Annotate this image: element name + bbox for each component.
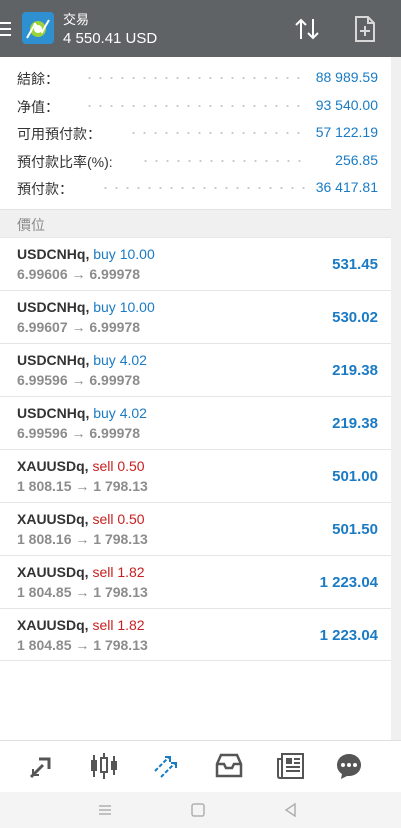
dotted-leader bbox=[140, 159, 305, 162]
quotes-icon[interactable] bbox=[27, 751, 57, 781]
messages-icon[interactable] bbox=[334, 751, 364, 781]
position-prices: 1 808.16 → 1 798.13 bbox=[17, 531, 148, 547]
bottom-navigation bbox=[0, 740, 401, 792]
position-prices: 6.99596 → 6.99978 bbox=[17, 372, 140, 388]
position-volume: buy 10.00 bbox=[93, 246, 155, 262]
scroll-edge bbox=[391, 57, 401, 792]
position-symbol: USDCNHq, bbox=[17, 299, 90, 315]
section-title: 價位 bbox=[17, 217, 45, 233]
news-icon[interactable] bbox=[276, 751, 306, 781]
summary-label: 預付款比率(%): bbox=[17, 153, 113, 170]
position-header: XAUUSDq, sell 1.82 bbox=[17, 564, 145, 580]
summary-label: 净值： bbox=[17, 98, 59, 115]
position-symbol: XAUUSDq, bbox=[17, 458, 89, 474]
position-profit: 501.50 bbox=[332, 521, 378, 538]
position-row[interactable]: USDCNHq, buy 4.02 6.99596 → 6.99978 219.… bbox=[0, 396, 401, 449]
position-symbol: USDCNHq, bbox=[17, 352, 90, 368]
positions-list: USDCNHq, buy 10.00 6.99606 → 6.99978 531… bbox=[0, 237, 401, 661]
position-header: XAUUSDq, sell 0.50 bbox=[17, 511, 145, 527]
app-logo bbox=[22, 12, 54, 44]
position-row[interactable]: XAUUSDq, sell 1.82 1 804.85 → 1 798.13 1… bbox=[0, 555, 401, 608]
summary-row-margin-level: 預付款比率(%): 256.85 bbox=[0, 148, 401, 176]
recent-apps-icon[interactable] bbox=[97, 802, 113, 818]
position-profit: 530.02 bbox=[332, 309, 378, 326]
position-header: USDCNHq, buy 4.02 bbox=[17, 352, 147, 368]
position-header: XAUUSDq, sell 0.50 bbox=[17, 458, 145, 474]
account-summary: 結餘： 88 989.59 净值： 93 540.00 可用預付款： 57 12… bbox=[0, 57, 401, 209]
position-header: USDCNHq, buy 10.00 bbox=[17, 299, 155, 315]
position-volume: sell 0.50 bbox=[92, 511, 145, 527]
position-header: USDCNHq, buy 4.02 bbox=[17, 405, 147, 421]
position-symbol: USDCNHq, bbox=[17, 246, 90, 262]
position-row[interactable]: USDCNHq, buy 4.02 6.99596 → 6.99978 219.… bbox=[0, 343, 401, 396]
summary-value: 57 122.19 bbox=[315, 124, 378, 140]
summary-row-balance: 結餘： 88 989.59 bbox=[0, 65, 401, 93]
summary-value: 36 417.81 bbox=[315, 179, 378, 195]
page-title: 交易 bbox=[63, 12, 90, 27]
back-icon[interactable] bbox=[283, 802, 299, 818]
summary-row-margin: 預付款： 36 417.81 bbox=[0, 175, 401, 203]
position-row[interactable]: XAUUSDq, sell 1.82 1 804.85 → 1 798.13 1… bbox=[0, 608, 401, 661]
summary-value: 256.85 bbox=[335, 151, 378, 168]
position-symbol: XAUUSDq, bbox=[17, 564, 89, 580]
dotted-leader bbox=[100, 187, 305, 189]
dotted-leader bbox=[128, 132, 305, 134]
position-prices: 6.99607 → 6.99978 bbox=[17, 319, 140, 335]
summary-label: 預付款： bbox=[17, 181, 73, 197]
position-row[interactable]: USDCNHq, buy 10.00 6.99607 → 6.99978 530… bbox=[0, 290, 401, 343]
position-row[interactable]: USDCNHq, buy 10.00 6.99606 → 6.99978 531… bbox=[0, 237, 401, 290]
position-prices: 1 804.85 → 1 798.13 bbox=[17, 584, 148, 600]
menu-icon[interactable] bbox=[0, 22, 12, 36]
position-header: XAUUSDq, sell 1.82 bbox=[17, 617, 145, 633]
positions-section-header: 價位 bbox=[0, 209, 401, 237]
position-profit: 1 223.04 bbox=[319, 574, 378, 591]
sort-icon[interactable] bbox=[292, 14, 322, 44]
position-volume: sell 0.50 bbox=[92, 458, 145, 474]
position-profit: 1 223.04 bbox=[319, 627, 378, 644]
chart-icon[interactable] bbox=[89, 751, 119, 781]
summary-value: 88 989.59 bbox=[315, 69, 378, 85]
summary-label: 結餘： bbox=[17, 71, 59, 87]
dotted-leader bbox=[84, 104, 305, 107]
home-icon[interactable] bbox=[190, 802, 206, 818]
header-balance: 4 550.41 USD bbox=[63, 30, 158, 47]
position-symbol: USDCNHq, bbox=[17, 405, 90, 421]
position-volume: buy 4.02 bbox=[93, 352, 147, 368]
position-prices: 6.99606 → 6.99978 bbox=[17, 266, 140, 282]
trade-icon[interactable] bbox=[151, 751, 181, 781]
summary-row-free-margin: 可用預付款： 57 122.19 bbox=[0, 120, 401, 148]
app-header: 交易 4 550.41 USD bbox=[0, 0, 401, 57]
system-nav-bar bbox=[0, 792, 401, 828]
position-prices: 6.99596 → 6.99978 bbox=[17, 425, 140, 441]
summary-row-equity: 净值： 93 540.00 bbox=[0, 93, 401, 121]
history-icon[interactable] bbox=[214, 751, 244, 781]
dotted-leader bbox=[84, 77, 305, 79]
position-symbol: XAUUSDq, bbox=[17, 617, 89, 633]
position-volume: buy 4.02 bbox=[93, 405, 147, 421]
position-header: USDCNHq, buy 10.00 bbox=[17, 246, 155, 262]
position-volume: sell 1.82 bbox=[92, 564, 145, 580]
position-prices: 1 804.85 → 1 798.13 bbox=[17, 637, 148, 653]
position-volume: buy 10.00 bbox=[93, 299, 155, 315]
summary-label: 可用預付款： bbox=[17, 126, 101, 142]
position-profit: 501.00 bbox=[332, 468, 378, 485]
position-row[interactable]: XAUUSDq, sell 0.50 1 808.15 → 1 798.13 5… bbox=[0, 449, 401, 502]
position-profit: 531.45 bbox=[332, 256, 378, 273]
position-symbol: XAUUSDq, bbox=[17, 511, 89, 527]
position-row[interactable]: XAUUSDq, sell 0.50 1 808.16 → 1 798.13 5… bbox=[0, 502, 401, 555]
position-profit: 219.38 bbox=[332, 362, 378, 379]
position-profit: 219.38 bbox=[332, 415, 378, 432]
position-volume: sell 1.82 bbox=[92, 617, 145, 633]
position-prices: 1 808.15 → 1 798.13 bbox=[17, 478, 148, 494]
new-order-icon[interactable] bbox=[352, 14, 378, 44]
summary-value: 93 540.00 bbox=[315, 96, 378, 113]
